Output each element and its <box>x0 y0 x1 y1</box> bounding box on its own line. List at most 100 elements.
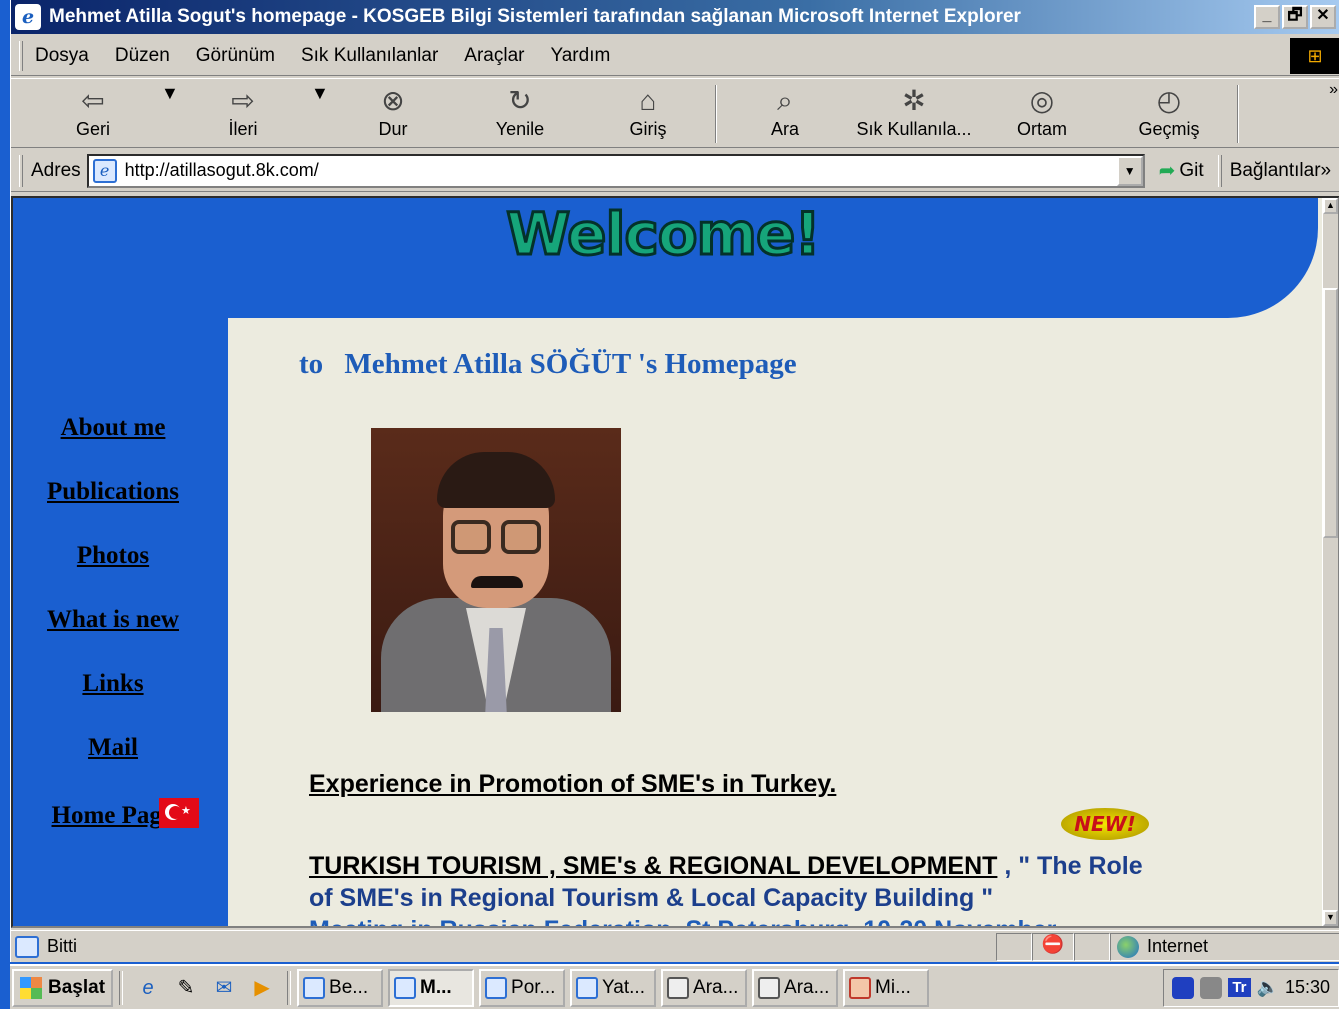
stop-icon: ⊗ <box>381 85 405 116</box>
media-button[interactable]: ◎ Ortam <box>1007 83 1077 145</box>
menu-file[interactable]: Dosya <box>35 45 89 67</box>
quicklaunch-outlook-icon[interactable]: ✉ <box>210 974 238 1002</box>
blocked-cookie-icon[interactable]: ⛔ <box>1032 932 1074 961</box>
task-label: Ara... <box>784 976 830 998</box>
network-tray-icon[interactable] <box>1172 976 1195 999</box>
restore-button[interactable]: 🗗 <box>1282 5 1308 29</box>
quicklaunch-media-icon[interactable]: ▶ <box>248 974 276 1002</box>
search-button[interactable]: ⌕ Ara <box>755 83 815 145</box>
menu-edit[interactable]: Düzen <box>115 45 170 67</box>
security-zone[interactable]: Internet <box>1110 932 1339 961</box>
forward-button[interactable]: ⇨ İleri <box>213 83 273 145</box>
close-button[interactable]: ✕ <box>1310 5 1336 29</box>
task-button[interactable]: Mi... <box>843 968 930 1007</box>
nav-links[interactable]: Links <box>13 670 213 698</box>
address-label: Adres <box>31 159 81 181</box>
ie-task-icon <box>303 976 326 999</box>
task-label: Yat... <box>602 976 645 998</box>
menu-view[interactable]: Görünüm <box>196 45 275 67</box>
task-button[interactable]: Yat... <box>570 968 657 1007</box>
back-dropdown-icon[interactable]: ▼ <box>161 83 179 145</box>
quicklaunch-edit-icon[interactable]: ✎ <box>172 974 200 1002</box>
task-button[interactable]: Por... <box>479 968 566 1007</box>
forward-dropdown-icon[interactable]: ▼ <box>311 83 329 145</box>
photo-mustache <box>471 576 523 588</box>
nav-about-me[interactable]: About me <box>13 414 213 442</box>
scroll-thumb[interactable] <box>1323 288 1338 538</box>
subtitle-to: to <box>299 348 324 380</box>
volume-icon[interactable]: 🔈 <box>1257 977 1279 998</box>
task-label: Por... <box>511 976 556 998</box>
task-label: Ara... <box>693 976 739 998</box>
internet-globe-icon <box>1117 935 1139 958</box>
stop-button[interactable]: ⊗ Dur <box>363 83 423 145</box>
clock[interactable]: 15:30 <box>1285 977 1330 998</box>
go-button[interactable]: ➦ Git <box>1159 158 1204 183</box>
turkish-flag-icon[interactable]: ★ <box>159 798 199 828</box>
search-icon: ⌕ <box>777 85 793 116</box>
desktop-background: e Mehmet Atilla Sogut's homepage - KOSGE… <box>0 0 1339 1009</box>
toolbar-separator <box>715 85 717 143</box>
search-label: Ara <box>770 119 799 139</box>
vertical-scrollbar[interactable]: ▲ ▼ <box>1322 198 1338 926</box>
status-progress-box <box>996 932 1032 961</box>
favorites-label: Sık Kullanıla... <box>856 119 972 139</box>
toolbar-chevron-icon[interactable]: » <box>1329 81 1338 99</box>
task-button-active[interactable]: M... <box>388 968 475 1007</box>
go-arrow-icon: ➦ <box>1158 160 1176 182</box>
task-button[interactable]: Ara... <box>661 968 748 1007</box>
history-label: Geçmiş <box>1138 119 1200 139</box>
title-bar[interactable]: e Mehmet Atilla Sogut's homepage - KOSGE… <box>11 0 1339 34</box>
history-button[interactable]: ◴ Geçmiş <box>1127 83 1211 145</box>
history-icon: ◴ <box>1156 85 1182 116</box>
menu-favorites[interactable]: Sık Kullanılanlar <box>301 45 438 67</box>
scheduler-tray-icon[interactable] <box>1200 976 1223 999</box>
scroll-down-icon[interactable]: ▼ <box>1323 910 1338 926</box>
menu-help[interactable]: Yardım <box>550 45 610 67</box>
favorites-button[interactable]: ✲ Sık Kullanıla... <box>851 83 977 145</box>
back-button[interactable]: ⇦ Geri <box>63 83 123 145</box>
experience-link[interactable]: Experience in Promotion of SME's in Turk… <box>309 770 836 799</box>
address-field[interactable]: e ▼ <box>86 153 1145 188</box>
task-button[interactable]: Ara... <box>752 968 839 1007</box>
language-indicator[interactable]: Tr <box>1228 978 1251 997</box>
home-button[interactable]: ⌂ Giriş <box>617 83 679 145</box>
nav-mail[interactable]: Mail <box>13 734 213 762</box>
links-button[interactable]: Bağlantılar <box>1230 160 1321 182</box>
quicklaunch-ie-icon[interactable]: e <box>134 974 162 1002</box>
forward-label: İleri <box>228 119 258 139</box>
subtitle-name: Mehmet Atilla SÖĞÜT 's Homepage <box>344 348 797 380</box>
status-security-box <box>1074 932 1110 961</box>
refresh-button[interactable]: ↻ Yenile <box>485 83 555 145</box>
links-chevron-icon[interactable]: » <box>1321 160 1332 182</box>
address-grip[interactable] <box>19 154 23 187</box>
new-badge-icon: NEW! <box>1061 808 1149 840</box>
address-dropdown-icon[interactable]: ▼ <box>1116 155 1143 186</box>
menu-tools[interactable]: Araçlar <box>464 45 524 67</box>
task-button[interactable]: Be... <box>297 968 384 1007</box>
start-button[interactable]: Başlat <box>12 968 114 1007</box>
window-title: Mehmet Atilla Sogut's homepage - KOSGEB … <box>49 6 1021 27</box>
toolbar-grip[interactable] <box>19 40 23 71</box>
window-controls: _ 🗗 ✕ <box>1254 5 1336 29</box>
ie-task-icon <box>394 976 417 999</box>
tourism-link[interactable]: TURKISH TOURISM , SME's & REGIONAL DEVEL… <box>309 852 997 880</box>
nav-home-page[interactable]: Home Page <box>13 802 173 830</box>
address-input[interactable] <box>124 160 1085 181</box>
scroll-up-icon[interactable]: ▲ <box>1323 198 1338 214</box>
nav-what-is-new[interactable]: What is new <box>13 606 213 634</box>
welcome-banner: Welcome! <box>505 199 823 270</box>
flag-star: ★ <box>181 805 191 817</box>
ie-task-icon <box>576 976 599 999</box>
quicklaunch-separator <box>119 970 124 1005</box>
windows-taskbar: Başlat e ✎ ✉ ▶ Be... M... Por... Yat... … <box>10 964 1339 1009</box>
tasks-separator <box>287 970 292 1005</box>
nav-photos[interactable]: Photos <box>13 542 213 570</box>
photo-glasses-right <box>501 520 541 554</box>
powerpoint-task-icon <box>849 976 872 999</box>
nav-publications[interactable]: Publications <box>13 478 213 506</box>
task-label: Be... <box>329 976 369 998</box>
minimize-button[interactable]: _ <box>1254 5 1280 29</box>
media-icon: ◎ <box>1029 85 1055 116</box>
stop-label: Dur <box>378 119 408 139</box>
